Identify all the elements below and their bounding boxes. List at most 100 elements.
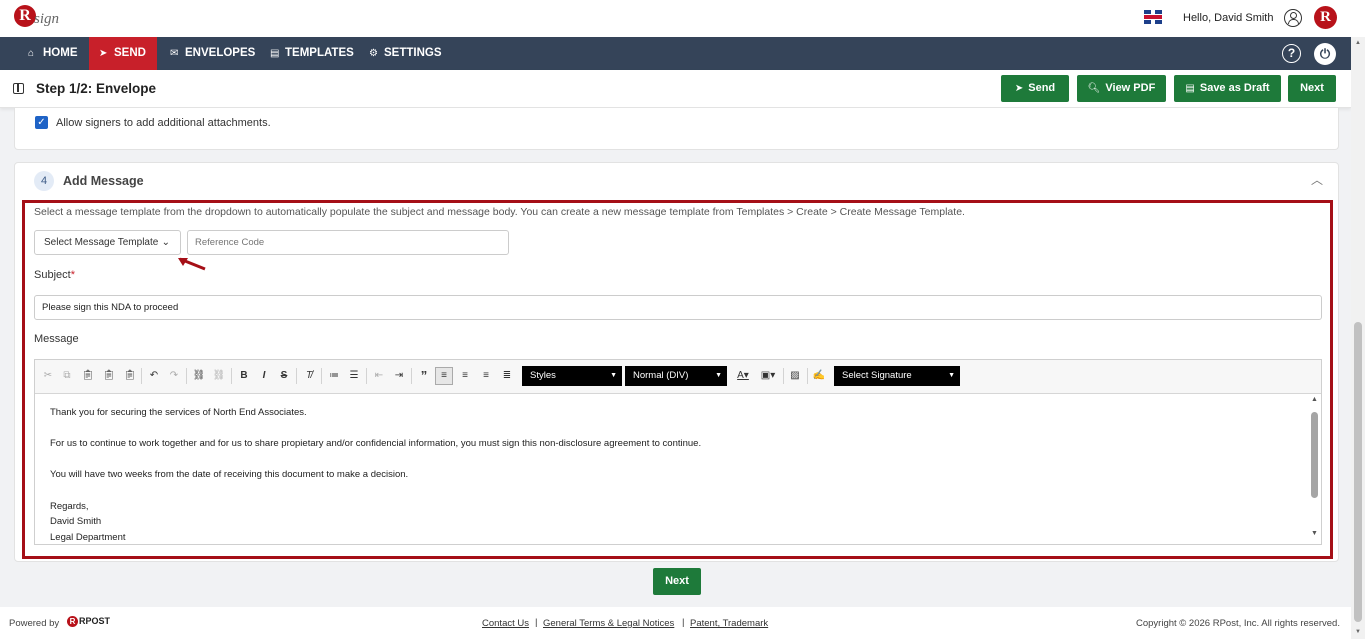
help-icon[interactable]: ? xyxy=(1282,44,1301,63)
copyright-text: Copyright © 2026 RPost, Inc. All rights … xyxy=(1136,618,1340,629)
format-dropdown-label: Normal (DIV) xyxy=(633,370,689,381)
view-pdf-button[interactable]: 🔍︎ View PDF xyxy=(1077,75,1166,102)
toolbar-separator xyxy=(296,368,297,384)
section-title: Add Message xyxy=(63,174,144,188)
logo-text: sign xyxy=(34,11,60,27)
allow-attachments-checkbox[interactable]: ✓ xyxy=(35,116,48,129)
sidebar-toggle-icon[interactable] xyxy=(13,83,24,94)
numbered-list-icon[interactable]: ≔ xyxy=(326,368,342,384)
envelope-icon: ✉ xyxy=(170,48,179,59)
nav-home[interactable]: ⌂ HOME xyxy=(18,37,88,70)
next-button-bottom[interactable]: Next xyxy=(653,568,701,595)
italic-icon[interactable]: I xyxy=(256,368,272,384)
subject-input[interactable] xyxy=(34,295,1322,320)
editor-body[interactable]: Thank you for securing the services of N… xyxy=(35,394,1321,544)
page-scroll-thumb[interactable] xyxy=(1354,322,1362,622)
power-icon[interactable]: ⏻ xyxy=(1314,43,1336,65)
editor-scrollbar[interactable]: ▲ ▼ xyxy=(1308,394,1321,544)
editor-toolbar: ✂ ⧉ 📋︎ 📋︎ 📋︎ ↶ ↷ ⛓ ⛓ B I S T̸ ≔ ☰ ⇤ ⇥ ” xyxy=(35,360,1321,394)
nav-send[interactable]: ➤ SEND xyxy=(89,37,157,70)
search-icon: 🔍︎ xyxy=(1087,83,1101,94)
view-pdf-label: View PDF xyxy=(1105,82,1156,94)
link-icon[interactable]: ⛓ xyxy=(191,368,207,384)
nav-settings-label: SETTINGS xyxy=(384,47,442,59)
rpost-logo-text: RPOST xyxy=(79,616,111,626)
copy-icon[interactable]: ⧉ xyxy=(59,368,75,384)
image-icon[interactable]: ▨ xyxy=(787,368,803,384)
indent-icon[interactable]: ⇥ xyxy=(391,368,407,384)
editor-scroll-thumb[interactable] xyxy=(1311,412,1318,498)
justify-icon[interactable]: ≣ xyxy=(499,368,515,384)
message-line: David Smith xyxy=(50,516,102,527)
page-scrollbar[interactable]: ▲ ▼ xyxy=(1351,37,1365,639)
nav-home-label: HOME xyxy=(43,47,78,59)
paste-text-icon[interactable]: 📋︎ xyxy=(101,368,117,384)
attachments-card: ✓ Allow signers to add additional attach… xyxy=(14,108,1339,150)
bulleted-list-icon[interactable]: ☰ xyxy=(346,368,362,384)
powered-by-text: Powered by xyxy=(9,618,60,629)
save-draft-button[interactable]: ▤ Save as Draft xyxy=(1174,75,1281,102)
chevron-up-icon[interactable]: ︿ xyxy=(1311,171,1323,188)
nav-envelopes[interactable]: ✉ ENVELOPES xyxy=(160,37,265,70)
scroll-down-icon[interactable]: ▼ xyxy=(1311,530,1318,537)
format-dropdown[interactable]: Normal (DIV) ▼ xyxy=(625,366,727,386)
send-button[interactable]: ➤ Send xyxy=(1001,75,1069,102)
message-line: You will have two weeks from the date of… xyxy=(50,469,409,480)
gear-icon: ⚙ xyxy=(369,48,378,59)
background-color-icon[interactable]: ▣▾ xyxy=(757,368,779,384)
signature-dropdown[interactable]: Select Signature ▼ xyxy=(834,366,960,386)
required-marker: * xyxy=(70,269,75,281)
scroll-up-icon[interactable]: ▲ xyxy=(1355,40,1361,46)
styles-dropdown[interactable]: Styles ▼ xyxy=(522,366,622,386)
scroll-down-icon[interactable]: ▼ xyxy=(1355,629,1361,635)
top-bar: R sign Hello, David Smith R xyxy=(0,0,1365,37)
brand-avatar[interactable]: R xyxy=(1314,6,1337,29)
pointer-arrow-icon xyxy=(178,257,206,271)
toolbar-separator xyxy=(231,368,232,384)
chevron-down-icon: ⌄ xyxy=(161,237,170,248)
text-color-icon[interactable]: A▾ xyxy=(732,368,754,384)
home-icon: ⌂ xyxy=(28,48,35,59)
document-icon: ▤ xyxy=(1185,83,1195,94)
nav-templates[interactable]: ▤ TEMPLATES xyxy=(260,37,364,70)
contact-us-link[interactable]: Contact Us xyxy=(482,618,529,629)
caret-down-icon: ▼ xyxy=(610,372,617,379)
add-message-card: 4 Add Message ︿ Select a message templat… xyxy=(14,162,1339,562)
paste-word-icon[interactable]: 📋︎ xyxy=(122,368,138,384)
nav-settings[interactable]: ⚙ SETTINGS xyxy=(359,37,452,70)
align-left-icon[interactable]: ≡ xyxy=(435,367,453,385)
rpost-r-mark: R xyxy=(67,616,78,627)
align-right-icon[interactable]: ≡ xyxy=(478,368,494,384)
next-button-top[interactable]: Next xyxy=(1288,75,1336,102)
terms-link[interactable]: General Terms & Legal Notices xyxy=(543,618,674,629)
styles-dropdown-label: Styles xyxy=(530,370,556,381)
subject-label-text: Subject xyxy=(34,269,71,281)
cut-icon[interactable]: ✂ xyxy=(40,368,56,384)
toolbar-separator xyxy=(783,368,784,384)
caret-down-icon: ▼ xyxy=(948,372,955,379)
reference-code-input[interactable] xyxy=(187,230,509,255)
next-label: Next xyxy=(1300,82,1324,94)
redo-icon[interactable]: ↷ xyxy=(166,368,182,384)
bold-icon[interactable]: B xyxy=(236,368,252,384)
message-line: For us to continue to work together and … xyxy=(50,438,702,449)
send-button-label: Send xyxy=(1028,82,1056,94)
outdent-icon[interactable]: ⇤ xyxy=(371,368,387,384)
message-template-select[interactable]: Select Message Template ⌄ xyxy=(34,230,181,255)
template-select-value: Select Message Template xyxy=(44,237,159,248)
remove-format-icon[interactable]: T̸ xyxy=(301,368,317,384)
align-center-icon[interactable]: ≡ xyxy=(457,368,473,384)
patent-trademark-link[interactable]: Patent, Trademark xyxy=(690,618,768,629)
unlink-icon[interactable]: ⛓ xyxy=(211,368,227,384)
footer-separator: | xyxy=(682,617,685,628)
uk-flag-icon[interactable] xyxy=(1144,10,1162,24)
paste-icon[interactable]: 📋︎ xyxy=(80,368,96,384)
scroll-up-icon[interactable]: ▲ xyxy=(1311,396,1318,403)
blockquote-icon[interactable]: ” xyxy=(416,368,432,384)
signature-stamp-icon[interactable]: ✍ xyxy=(811,368,827,384)
rsign-logo[interactable]: R sign xyxy=(14,5,74,33)
toolbar-separator xyxy=(321,368,322,384)
strikethrough-icon[interactable]: S xyxy=(276,368,292,384)
undo-icon[interactable]: ↶ xyxy=(146,368,162,384)
user-profile-icon[interactable] xyxy=(1284,9,1302,27)
